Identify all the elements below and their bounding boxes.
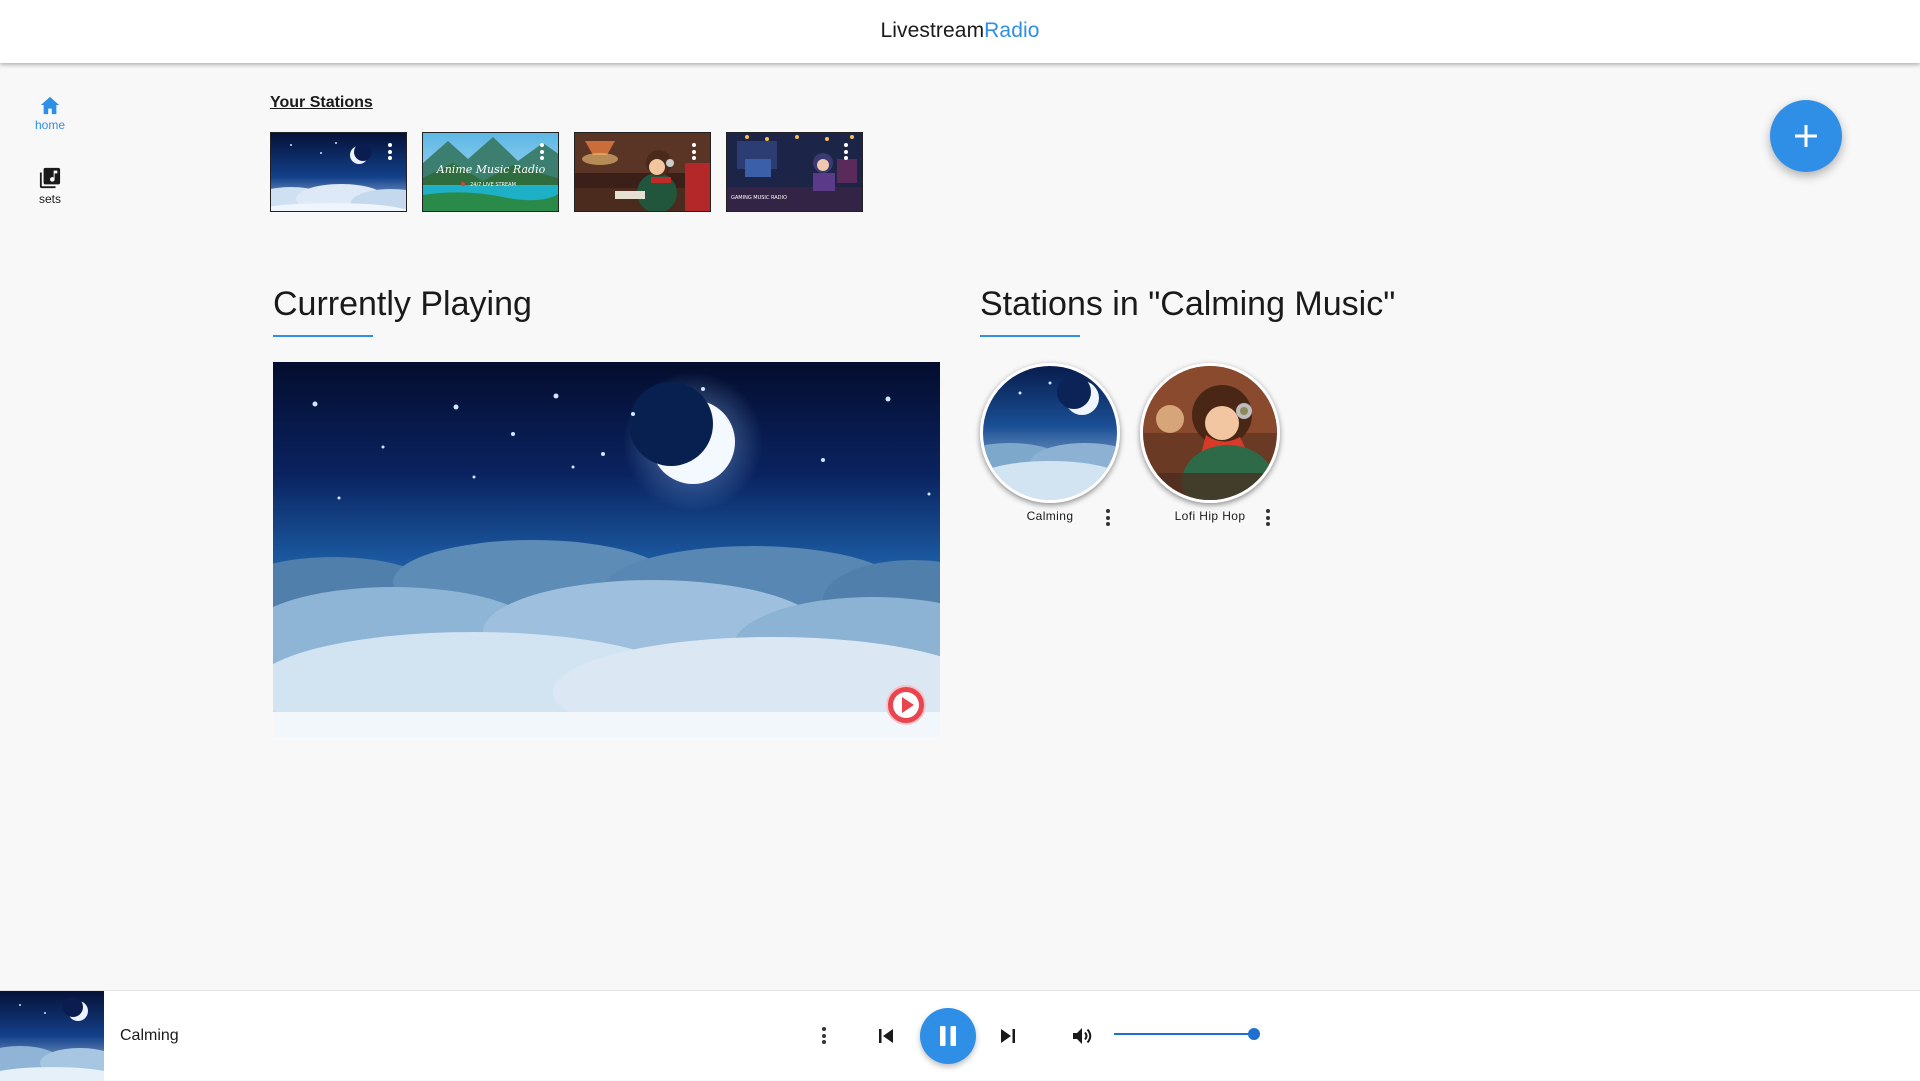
station-menu-button[interactable]: [540, 143, 544, 163]
plus-icon: [1795, 125, 1817, 147]
station-thumb-anime-music-radio[interactable]: Anime Music Radio 24/7 LIVE STREAM: [422, 132, 559, 212]
station-artwork: Anime Music Radio 24/7 LIVE STREAM: [423, 133, 558, 211]
nav-item-sets[interactable]: sets: [0, 167, 100, 206]
station-thumb-gaming-music-radio[interactable]: GAMING MUSIC RADIO: [726, 132, 863, 212]
skip-previous-icon: [879, 1029, 893, 1043]
your-stations-heading[interactable]: Your Stations: [270, 94, 373, 112]
video-player[interactable]: [273, 362, 940, 737]
set-station-menu-button[interactable]: [1266, 509, 1270, 529]
station-overlay-title: GAMING MUSIC RADIO: [731, 195, 787, 201]
heading-underline: [273, 335, 373, 337]
youtube-play-icon[interactable]: [886, 685, 926, 725]
volume-button[interactable]: [1072, 1026, 1094, 1051]
app-bar: LivestreamRadio: [0, 0, 1920, 63]
app-title: LivestreamRadio: [0, 19, 1920, 43]
station-thumb-lofi-hip-hop[interactable]: [574, 132, 711, 212]
set-station-label: Calming: [1026, 509, 1074, 523]
station-thumb-calming[interactable]: [270, 132, 407, 212]
pause-button[interactable]: [920, 1008, 976, 1064]
station-overlay-title: Anime Music Radio: [436, 163, 546, 176]
next-button[interactable]: [998, 1026, 1018, 1051]
now-playing-menu-button[interactable]: [822, 1027, 826, 1047]
set-station-calming: Calming: [980, 363, 1120, 533]
nav-item-home-label: home: [34, 118, 66, 132]
set-station-menu-button[interactable]: [1106, 509, 1110, 529]
playback-bar: Calming: [0, 990, 1920, 1081]
station-menu-button[interactable]: [844, 143, 848, 163]
set-stations-heading: Stations in "Calming Music": [980, 285, 1396, 323]
app-title-part1: Livestream: [880, 19, 985, 42]
set-station-artwork[interactable]: [1140, 363, 1280, 503]
station-artwork: [271, 133, 406, 211]
station-menu-button[interactable]: [692, 143, 696, 163]
heading-underline: [980, 335, 1080, 337]
volume-slider-track: [1114, 1033, 1254, 1035]
now-playing-title: Calming: [120, 1027, 179, 1044]
volume-slider[interactable]: [1114, 1022, 1260, 1046]
pause-icon: [940, 1026, 956, 1046]
set-station-label: Lofi Hip Hop: [1174, 509, 1246, 523]
video-frame: [273, 362, 940, 737]
app-title-part2: Radio: [984, 19, 1040, 42]
volume-up-icon: [1073, 1028, 1092, 1044]
set-station-lofi-hip-hop: Lofi Hip Hop: [1140, 363, 1280, 533]
currently-playing-heading: Currently Playing: [273, 285, 532, 323]
volume-slider-thumb[interactable]: [1248, 1028, 1260, 1040]
previous-button[interactable]: [876, 1026, 896, 1051]
station-menu-button[interactable]: [388, 143, 392, 163]
set-station-artwork[interactable]: [980, 363, 1120, 503]
add-station-button[interactable]: [1770, 100, 1842, 172]
nav-item-home[interactable]: home: [0, 95, 100, 132]
library-music-icon: [39, 167, 61, 189]
home-icon: [40, 96, 60, 115]
skip-next-icon: [1001, 1029, 1015, 1043]
station-artwork: GAMING MUSIC RADIO: [727, 133, 862, 211]
station-artwork: [575, 133, 710, 211]
now-playing-artwork[interactable]: [0, 991, 104, 1081]
nav-item-sets-label: sets: [38, 192, 61, 206]
station-overlay-subtitle: 24/7 LIVE STREAM: [470, 182, 516, 188]
